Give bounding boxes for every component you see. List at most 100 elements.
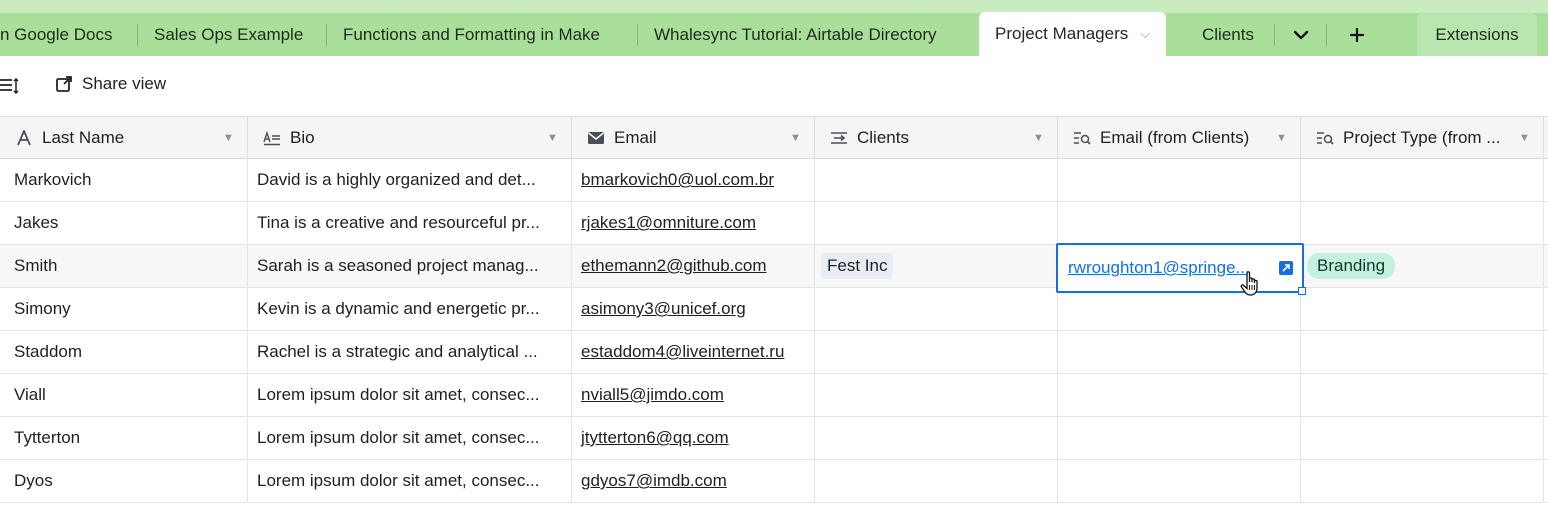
cell-clients[interactable]: Fest Inc: [815, 245, 1058, 287]
cell-project-type[interactable]: [1301, 460, 1544, 502]
share-icon: [56, 76, 72, 92]
column-header-project-type[interactable]: Project Type (from ... ▼: [1301, 117, 1544, 159]
cell-bio[interactable]: Rachel is a strategic and analytical ...: [248, 331, 572, 373]
table-row[interactable]: Viall Lorem ipsum dolor sit amet, consec…: [0, 374, 1548, 417]
cell-project-type[interactable]: [1301, 202, 1544, 244]
cell-email[interactable]: bmarkovich0@uol.com.br: [572, 159, 815, 201]
table-row[interactable]: Tytterton Lorem ipsum dolor sit amet, co…: [0, 417, 1548, 460]
cell-client-email[interactable]: [1058, 202, 1301, 244]
cell-bio[interactable]: David is a highly organized and det...: [248, 159, 572, 201]
cell-email[interactable]: asimony3@unicef.org: [572, 288, 815, 330]
table-row[interactable]: Simony Kevin is a dynamic and energetic …: [0, 288, 1548, 331]
cell-client-email[interactable]: [1058, 374, 1301, 416]
tab-whalesync-tutorial[interactable]: Whalesync Tutorial: Airtable Directory: [654, 13, 937, 56]
caret-down-icon[interactable]: ▼: [223, 132, 234, 144]
cell-bio[interactable]: Lorem ipsum dolor sit amet, consec...: [248, 374, 572, 416]
cell-bio[interactable]: Tina is a creative and resourceful pr...: [248, 202, 572, 244]
caret-down-icon[interactable]: ▼: [1519, 132, 1530, 144]
cell-project-type[interactable]: [1301, 331, 1544, 373]
row-height-icon[interactable]: [0, 76, 20, 101]
cell-clients[interactable]: [815, 159, 1058, 201]
caret-down-icon[interactable]: ▼: [1276, 132, 1287, 144]
cell-bio[interactable]: Lorem ipsum dolor sit amet, consec...: [248, 417, 572, 459]
linked-record-chip[interactable]: Fest Inc: [821, 253, 894, 279]
cell-project-type[interactable]: Branding: [1301, 245, 1544, 287]
selected-cell[interactable]: rwroughton1@springe...: [1056, 243, 1306, 295]
cell-client-email[interactable]: [1058, 417, 1301, 459]
extensions-button[interactable]: Extensions: [1417, 13, 1537, 56]
cell-bio[interactable]: Lorem ipsum dolor sit amet, consec...: [248, 460, 572, 502]
cell-last-name[interactable]: Markovich: [0, 159, 248, 201]
cell-email[interactable]: nviall5@jimdo.com: [572, 374, 815, 416]
tab-project-managers[interactable]: Project Managers ⌵: [979, 12, 1167, 56]
caret-down-icon[interactable]: ▼: [547, 132, 558, 144]
caret-down-icon[interactable]: ▼: [790, 132, 801, 144]
email-link[interactable]: bmarkovich0@uol.com.br: [581, 170, 774, 190]
email-link[interactable]: nviall5@jimdo.com: [581, 385, 724, 405]
cell-project-type[interactable]: [1301, 288, 1544, 330]
table-row[interactable]: Dyos Lorem ipsum dolor sit amet, consec.…: [0, 460, 1548, 503]
tab-sales-ops-example[interactable]: Sales Ops Example: [154, 13, 303, 56]
email-link[interactable]: asimony3@unicef.org: [581, 299, 746, 319]
open-link-icon[interactable]: [1279, 261, 1293, 275]
email-link[interactable]: gdyos7@imdb.com: [581, 471, 727, 491]
table-row[interactable]: [0, 503, 1548, 521]
cell-last-name[interactable]: Viall: [0, 374, 248, 416]
cell-last-name[interactable]: Dyos: [0, 460, 248, 502]
email-link[interactable]: ethemann2@github.com: [581, 256, 766, 276]
cell-last-name[interactable]: Simony: [0, 288, 248, 330]
link-icon: [829, 128, 849, 148]
cell-clients[interactable]: [815, 417, 1058, 459]
cell-project-type[interactable]: [1301, 374, 1544, 416]
cell-email[interactable]: ethemann2@github.com: [572, 245, 815, 287]
email-link[interactable]: rjakes1@omniture.com: [581, 213, 756, 233]
cell-clients[interactable]: [815, 331, 1058, 373]
cell-last-name[interactable]: Jakes: [0, 202, 248, 244]
cell-last-name[interactable]: Smith: [0, 245, 248, 287]
cell-clients[interactable]: [815, 202, 1058, 244]
cell-email[interactable]: gdyos7@imdb.com: [572, 460, 815, 502]
share-view-button[interactable]: Share view: [55, 74, 166, 94]
long-text-icon: [262, 128, 282, 148]
email-link[interactable]: estaddom4@liveinternet.ru: [581, 342, 784, 362]
add-table-button[interactable]: [1340, 13, 1374, 56]
column-header-clients[interactable]: Clients ▼: [815, 117, 1058, 159]
tab-functions-and-formatting[interactable]: Functions and Formatting in Make: [343, 13, 600, 56]
cell-clients[interactable]: [815, 374, 1058, 416]
tab-divider: [637, 24, 638, 46]
client-email-link[interactable]: rwroughton1@springe...: [1068, 258, 1248, 278]
cell-email[interactable]: rjakes1@omniture.com: [572, 202, 815, 244]
table-row[interactable]: Jakes Tina is a creative and resourceful…: [0, 202, 1548, 245]
cell-last-name[interactable]: Staddom: [0, 331, 248, 373]
cell-last-name[interactable]: Tytterton: [0, 417, 248, 459]
tab-overflow-button[interactable]: [1286, 13, 1316, 56]
cell-clients[interactable]: [815, 460, 1058, 502]
caret-down-icon[interactable]: ▼: [1033, 132, 1044, 144]
cell-client-email[interactable]: [1058, 460, 1301, 502]
column-header-bio[interactable]: Bio ▼: [248, 117, 572, 159]
cell-bio[interactable]: Kevin is a dynamic and energetic pr...: [248, 288, 572, 330]
table-row[interactable]: Staddom Rachel is a strategic and analyt…: [0, 331, 1548, 374]
cell-clients[interactable]: [815, 288, 1058, 330]
chevron-down-icon[interactable]: ⌵: [1140, 26, 1150, 42]
column-header-last-name[interactable]: Last Name ▼: [0, 117, 248, 159]
column-header-email-from-clients[interactable]: Email (from Clients) ▼: [1058, 117, 1301, 159]
email-icon: [586, 128, 606, 148]
fill-handle[interactable]: [1298, 287, 1306, 295]
cell-bio[interactable]: Sarah is a seasoned project manag...: [248, 245, 572, 287]
cell-project-type[interactable]: [1301, 417, 1544, 459]
table-row[interactable]: Smith Sarah is a seasoned project manag.…: [0, 245, 1548, 288]
cell-client-email[interactable]: [1058, 288, 1301, 330]
project-type-pill: Branding: [1307, 253, 1396, 279]
lookup-icon: [1072, 128, 1092, 148]
email-link[interactable]: jtytterton6@qq.com: [581, 428, 729, 448]
cell-client-email[interactable]: [1058, 331, 1301, 373]
cell-email[interactable]: estaddom4@liveinternet.ru: [572, 331, 815, 373]
cell-client-email[interactable]: [1058, 159, 1301, 201]
cell-project-type[interactable]: [1301, 159, 1544, 201]
tab-clients[interactable]: Clients: [1202, 13, 1254, 56]
cell-email[interactable]: jtytterton6@qq.com: [572, 417, 815, 459]
column-header-email[interactable]: Email ▼: [572, 117, 815, 159]
table-row[interactable]: Markovich David is a highly organized an…: [0, 159, 1548, 202]
tab-google-docs[interactable]: n Google Docs: [0, 13, 112, 56]
